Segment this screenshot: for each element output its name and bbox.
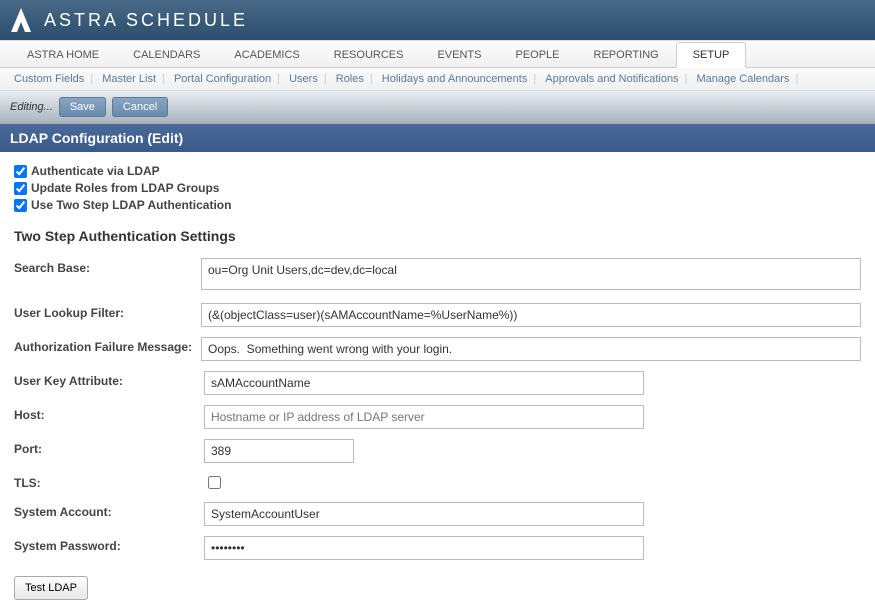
subnav-users[interactable]: Users: [285, 73, 322, 85]
tab-calendars[interactable]: CALENDARS: [116, 42, 217, 68]
sys-account-label: System Account:: [14, 502, 204, 519]
subnav-master-list[interactable]: Master List: [98, 73, 160, 85]
auth-fail-label: Authorization Failure Message:: [14, 337, 201, 354]
auth-fail-row: Authorization Failure Message:: [14, 337, 861, 361]
auth-fail-input[interactable]: [201, 337, 861, 361]
two-step-row: Use Two Step LDAP Authentication: [14, 198, 861, 212]
two-step-checkbox[interactable]: [14, 199, 27, 212]
subnav-custom-fields[interactable]: Custom Fields: [10, 73, 88, 85]
app-title: ASTRA SCHEDULE: [44, 10, 248, 31]
update-roles-label: Update Roles from LDAP Groups: [31, 181, 219, 195]
user-key-row: User Key Attribute:: [14, 371, 861, 395]
subnav-portal-configuration[interactable]: Portal Configuration: [170, 73, 275, 85]
subnav-approvals[interactable]: Approvals and Notifications: [541, 73, 682, 85]
sys-password-input[interactable]: [204, 536, 644, 560]
subnav-manage-calendars[interactable]: Manage Calendars: [692, 73, 793, 85]
save-button[interactable]: Save: [59, 97, 106, 117]
tls-checkbox[interactable]: [208, 476, 221, 489]
edit-toolbar: Editing... Save Cancel: [0, 91, 875, 124]
lookup-filter-input[interactable]: [201, 303, 861, 327]
app-header: ASTRA SCHEDULE: [0, 0, 875, 40]
port-row: Port:: [14, 439, 861, 463]
two-step-section-heading: Two Step Authentication Settings: [14, 228, 861, 244]
tab-events[interactable]: EVENTS: [420, 42, 498, 68]
two-step-label: Use Two Step LDAP Authentication: [31, 198, 231, 212]
update-roles-checkbox[interactable]: [14, 182, 27, 195]
editing-status: Editing...: [10, 101, 53, 113]
auth-via-ldap-checkbox[interactable]: [14, 165, 27, 178]
user-key-label: User Key Attribute:: [14, 371, 204, 388]
sub-nav: Custom Fields| Master List| Portal Confi…: [0, 68, 875, 91]
page-title: LDAP Configuration (Edit): [0, 124, 875, 152]
tab-people[interactable]: PEOPLE: [498, 42, 576, 68]
host-row: Host:: [14, 405, 861, 429]
user-key-input[interactable]: [204, 371, 644, 395]
content-area: Authenticate via LDAP Update Roles from …: [0, 152, 875, 612]
auth-via-ldap-label: Authenticate via LDAP: [31, 164, 160, 178]
host-label: Host:: [14, 405, 204, 422]
lookup-filter-label: User Lookup Filter:: [14, 303, 201, 320]
tab-astra-home[interactable]: ASTRA HOME: [10, 42, 116, 68]
subnav-roles[interactable]: Roles: [332, 73, 368, 85]
tab-setup[interactable]: SETUP: [676, 42, 747, 68]
tls-label: TLS:: [14, 473, 204, 490]
sys-account-row: System Account:: [14, 502, 861, 526]
port-input[interactable]: [204, 439, 354, 463]
sys-account-input[interactable]: [204, 502, 644, 526]
update-roles-row: Update Roles from LDAP Groups: [14, 181, 861, 195]
search-base-input[interactable]: [201, 258, 861, 290]
host-input[interactable]: [204, 405, 644, 429]
lookup-filter-row: User Lookup Filter:: [14, 303, 861, 327]
cancel-button[interactable]: Cancel: [112, 97, 168, 117]
search-base-row: Search Base:: [14, 258, 861, 293]
tab-academics[interactable]: ACADEMICS: [217, 42, 316, 68]
sys-password-label: System Password:: [14, 536, 204, 553]
port-label: Port:: [14, 439, 204, 456]
sys-password-row: System Password:: [14, 536, 861, 560]
auth-via-ldap-row: Authenticate via LDAP: [14, 164, 861, 178]
test-ldap-button[interactable]: Test LDAP: [14, 576, 88, 600]
tab-resources[interactable]: RESOURCES: [317, 42, 421, 68]
astra-logo-icon: [8, 5, 34, 35]
subnav-holidays[interactable]: Holidays and Announcements: [378, 73, 532, 85]
main-nav: ASTRA HOME CALENDARS ACADEMICS RESOURCES…: [0, 40, 875, 68]
search-base-label: Search Base:: [14, 258, 201, 275]
tab-reporting[interactable]: REPORTING: [577, 42, 676, 68]
tls-row: TLS:: [14, 473, 861, 492]
